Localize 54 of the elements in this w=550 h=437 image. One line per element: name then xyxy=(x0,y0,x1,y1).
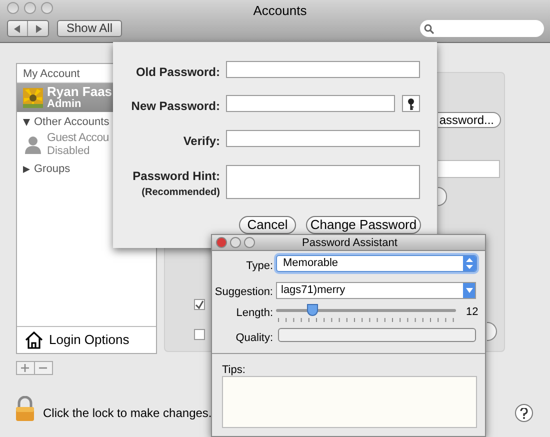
login-options-item[interactable]: Login Options xyxy=(17,326,156,353)
slider-thumb[interactable] xyxy=(307,304,318,316)
type-popup[interactable]: Memorable xyxy=(276,255,477,272)
house-icon xyxy=(25,331,43,349)
window-title: Accounts xyxy=(252,2,308,20)
window-button-icon[interactable] xyxy=(244,237,255,248)
field-label: Suggestion: xyxy=(214,285,273,300)
suggestion-value: lags71)merry xyxy=(281,283,346,298)
key-icon[interactable] xyxy=(402,95,420,112)
section-header: Other Accounts xyxy=(34,114,110,130)
window-button-icon[interactable] xyxy=(41,2,53,14)
field-label: Password Hint: xyxy=(132,168,220,185)
password-field[interactable] xyxy=(226,130,420,147)
field-note: (Recommended) xyxy=(140,186,220,200)
partial-button[interactable]: assword... xyxy=(438,112,501,128)
field-label: Old Password: xyxy=(136,64,220,81)
search-icon xyxy=(424,24,434,34)
tips-label: Tips: xyxy=(222,363,246,378)
close-icon[interactable] xyxy=(216,237,227,248)
disclosure-open-icon[interactable] xyxy=(23,118,30,126)
type-value: Memorable xyxy=(283,256,338,272)
login-options-label: Login Options xyxy=(49,331,130,350)
account-name: Ryan Faas xyxy=(47,84,112,98)
window-button-icon[interactable] xyxy=(230,237,241,248)
field-label: Length: xyxy=(236,306,273,321)
field-label: Verify: xyxy=(183,133,220,150)
show-all-button[interactable]: Show All xyxy=(57,20,122,37)
search-field[interactable] xyxy=(420,20,544,37)
disclosure-closed-icon[interactable] xyxy=(23,166,30,172)
window-title: Password Assistant xyxy=(302,236,398,250)
section-header: My Account xyxy=(23,66,80,82)
dialog-button[interactable]: Change Password xyxy=(306,216,421,234)
field-label: Quality: xyxy=(236,331,273,346)
hint-field[interactable] xyxy=(226,165,420,199)
password-field[interactable] xyxy=(226,61,420,78)
account-name: Guest Accou xyxy=(47,132,109,144)
length-value: 12 xyxy=(466,305,478,320)
checkbox[interactable] xyxy=(194,329,205,340)
checkbox[interactable] xyxy=(194,299,205,310)
window-button-icon[interactable] xyxy=(7,2,19,14)
dialog-button[interactable]: Cancel xyxy=(239,216,296,234)
suggestion-combo[interactable]: lags71)merry xyxy=(276,282,476,299)
padlock-icon[interactable] xyxy=(15,396,35,422)
person-icon xyxy=(23,134,43,154)
window-button-icon[interactable] xyxy=(24,2,36,14)
stepper-arrows-icon xyxy=(463,256,476,271)
section-header: Groups xyxy=(34,162,70,177)
lock-message: Click the lock to make changes. xyxy=(43,405,212,422)
account-role: Disabled xyxy=(47,144,91,158)
text-field[interactable] xyxy=(438,160,500,178)
help-icon[interactable] xyxy=(515,404,533,422)
field-label: Type: xyxy=(246,259,273,274)
password-field[interactable] xyxy=(226,95,395,112)
account-role: Admin xyxy=(47,98,82,110)
